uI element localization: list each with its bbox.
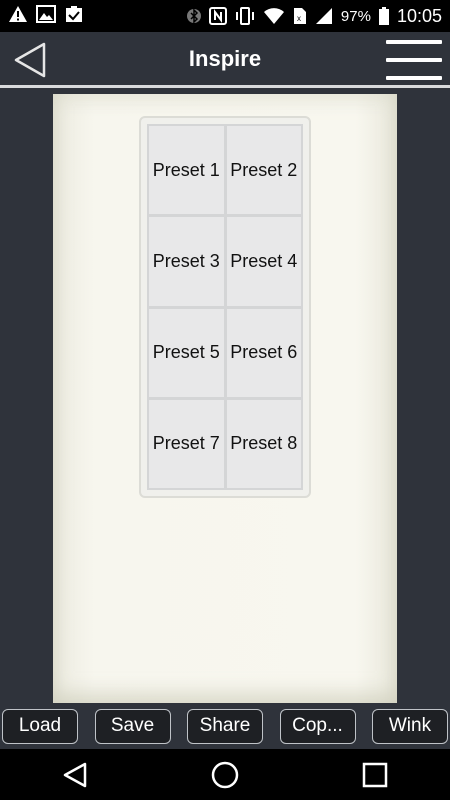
system-nav-bar: [0, 749, 450, 800]
wink-button[interactable]: Wink: [372, 708, 448, 744]
nav-back-icon: [63, 762, 87, 787]
menu-button[interactable]: [386, 40, 442, 80]
save-button[interactable]: Save: [94, 708, 171, 744]
status-bar: x 97% 10:05: [0, 0, 450, 32]
preset-1-button[interactable]: Preset 1: [149, 126, 224, 215]
clipboard-check-icon: [64, 5, 84, 28]
signal-icon: [315, 7, 333, 25]
page-title: Inspire: [188, 45, 262, 71]
preset-2-button[interactable]: Preset 2: [226, 126, 301, 215]
nav-recents-button[interactable]: [355, 755, 395, 795]
preset-5-button[interactable]: Preset 5: [149, 308, 224, 397]
hamburger-icon: [386, 40, 442, 44]
nfc-icon: [208, 7, 227, 25]
keypad: Preset 1 Preset 2 Preset 3 Preset 4 Pres…: [139, 116, 311, 498]
load-button[interactable]: Load: [2, 708, 78, 744]
copy-button[interactable]: Cop...: [279, 708, 356, 744]
nav-recents-icon: [362, 762, 388, 787]
preset-7-button[interactable]: Preset 7: [149, 399, 224, 488]
bluetooth-icon: [186, 7, 201, 25]
keypad-grid: Preset 1 Preset 2 Preset 3 Preset 4 Pres…: [147, 124, 303, 490]
battery-percent: 97%: [340, 7, 371, 25]
status-left-icons: [8, 4, 84, 28]
wifi-icon: [263, 7, 285, 25]
clock: 10:05: [396, 5, 442, 26]
preset-6-button[interactable]: Preset 6: [226, 308, 301, 397]
bottom-toolbar: Load Save Share Cop... Wink: [0, 703, 450, 749]
status-right-icons: x 97% 10:05: [186, 5, 442, 27]
warning-icon: [8, 5, 28, 28]
share-button[interactable]: Share: [187, 708, 263, 744]
vibrate-icon: [235, 7, 255, 25]
image-icon: [36, 4, 56, 28]
preset-8-button[interactable]: Preset 8: [226, 399, 301, 488]
preset-4-button[interactable]: Preset 4: [226, 217, 301, 306]
battery-icon: [378, 7, 389, 25]
nav-home-button[interactable]: [205, 755, 245, 795]
back-arrow-icon: [14, 42, 46, 78]
nav-home-icon: [211, 761, 239, 788]
back-button[interactable]: [8, 38, 52, 82]
nav-back-button[interactable]: [55, 755, 95, 795]
app-bar: Inspire: [0, 32, 450, 88]
sim-icon: x: [293, 7, 307, 25]
preset-3-button[interactable]: Preset 3: [149, 217, 224, 306]
svg-text:x: x: [297, 14, 301, 23]
